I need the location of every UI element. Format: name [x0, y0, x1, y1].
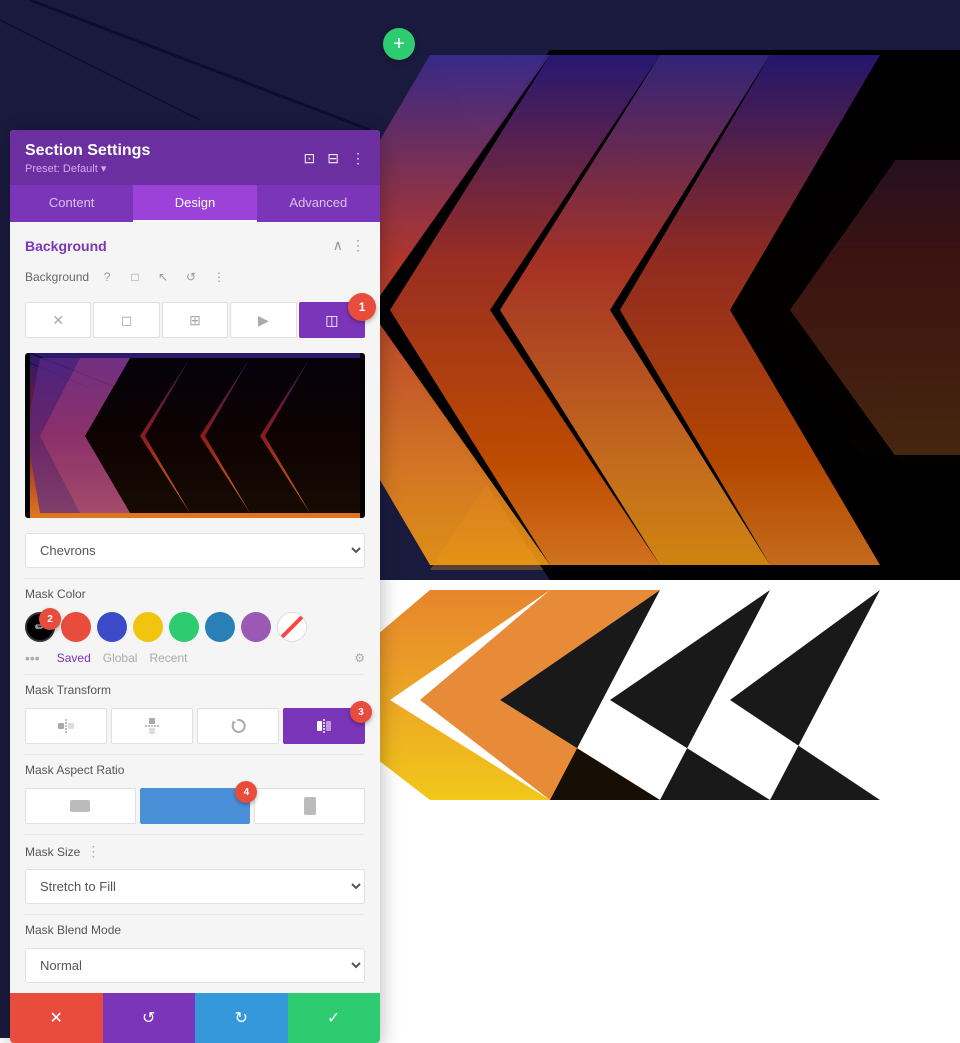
- color-dark-blue[interactable]: [97, 612, 127, 642]
- transform-row: 3: [10, 703, 380, 754]
- background-label: Background: [25, 270, 89, 284]
- device-icon[interactable]: □: [125, 267, 145, 287]
- chevron-select[interactable]: Chevrons Arrows Diamonds Circles: [25, 533, 365, 568]
- transform-reset[interactable]: [197, 708, 279, 744]
- preview-image: [25, 353, 365, 518]
- settings-panel: Section Settings Preset: Default ▾ ⊡ ⊟ ⋮…: [10, 130, 380, 1043]
- add-icon: +: [393, 33, 405, 56]
- color-red[interactable]: [61, 612, 91, 642]
- section-title: Background: [25, 238, 107, 254]
- section-more-icon[interactable]: ⋮: [351, 237, 365, 254]
- mask-blend-mode-label: Mask Blend Mode: [10, 915, 380, 943]
- tab-design[interactable]: Design: [133, 185, 256, 222]
- mask-size-label: Mask Size: [25, 845, 80, 859]
- color-purple[interactable]: [241, 612, 271, 642]
- color-eraser[interactable]: [277, 612, 307, 642]
- badge-3: 3: [350, 701, 372, 723]
- redo-button[interactable]: ↻: [195, 993, 288, 1043]
- color-settings-icon[interactable]: ⚙: [354, 651, 365, 665]
- aspect-row: 4: [10, 783, 380, 834]
- color-green[interactable]: [169, 612, 199, 642]
- redo-icon: ↻: [235, 1008, 248, 1028]
- panel-footer: ✕ ↺ ↻ ✓: [10, 993, 380, 1043]
- undo-small-icon[interactable]: ↺: [181, 267, 201, 287]
- type-mask-btn[interactable]: ◫ 1: [299, 302, 365, 338]
- preset-selector[interactable]: Preset: Default ▾: [25, 162, 150, 175]
- panel-title: Section Settings: [25, 142, 150, 160]
- cancel-icon: ✕: [50, 1008, 63, 1028]
- mask-aspect-ratio-label: Mask Aspect Ratio: [10, 755, 380, 783]
- save-button[interactable]: ✓: [288, 993, 381, 1043]
- aspect-tall[interactable]: [254, 788, 365, 824]
- panel-body: Background ∧ ⋮ Background ? □ ↖ ↺ ⋮ ✕ ◻ …: [10, 222, 380, 993]
- add-button[interactable]: +: [383, 28, 415, 60]
- background-row: Background ? □ ↖ ↺ ⋮: [10, 262, 380, 297]
- tab-global[interactable]: Global: [103, 651, 138, 665]
- aspect-square[interactable]: 4: [140, 788, 251, 824]
- color-tabs-row: ••• Saved Global Recent ⚙: [10, 647, 380, 674]
- mask-color-label: Mask Color: [10, 579, 380, 607]
- color-black[interactable]: ✏ 2: [25, 612, 55, 642]
- cancel-button[interactable]: ✕: [10, 993, 103, 1043]
- panel-header: Section Settings Preset: Default ▾ ⊡ ⊟ ⋮: [10, 130, 380, 185]
- panel-header-icons: ⊡ ⊟ ⋮: [304, 150, 365, 167]
- tab-saved[interactable]: Saved: [57, 651, 91, 665]
- mask-size-header: Mask Size ⋮: [10, 835, 380, 864]
- type-video-btn[interactable]: ▶: [230, 302, 296, 338]
- type-gradient-btn[interactable]: ⊞: [162, 302, 228, 338]
- collapse-icon[interactable]: ∧: [333, 237, 343, 254]
- layout-icon[interactable]: ⊟: [327, 150, 339, 167]
- panel-tabs: Content Design Advanced: [10, 185, 380, 222]
- color-blue[interactable]: [205, 612, 235, 642]
- more-icon[interactable]: ⋮: [351, 150, 365, 167]
- tab-content[interactable]: Content: [10, 185, 133, 222]
- badge-2: 2: [39, 608, 61, 630]
- undo-button[interactable]: ↺: [103, 993, 196, 1043]
- type-none-btn[interactable]: ✕: [25, 302, 91, 338]
- type-color-btn[interactable]: ◻: [93, 302, 159, 338]
- mask-size-options-icon[interactable]: ⋮: [86, 843, 100, 860]
- help-icon[interactable]: ?: [97, 267, 117, 287]
- transform-mirror[interactable]: 3: [283, 708, 365, 744]
- dots-icon[interactable]: •••: [25, 650, 40, 666]
- mask-size-select[interactable]: Stretch to Fill Fit Actual Size Custom: [25, 869, 365, 904]
- panel-title-group: Section Settings Preset: Default ▾: [25, 142, 150, 175]
- transform-flip-h[interactable]: [25, 708, 107, 744]
- tab-advanced[interactable]: Advanced: [257, 185, 380, 222]
- more-small-icon[interactable]: ⋮: [209, 267, 229, 287]
- type-selector: ✕ ◻ ⊞ ▶ ◫ 1: [10, 297, 380, 348]
- transform-flip-v[interactable]: [111, 708, 193, 744]
- cursor-icon[interactable]: ↖: [153, 267, 173, 287]
- save-icon: ✓: [327, 1008, 340, 1028]
- expand-icon[interactable]: ⊡: [304, 150, 316, 167]
- undo-icon: ↺: [142, 1008, 155, 1028]
- mask-transform-label: Mask Transform: [10, 675, 380, 703]
- aspect-wide[interactable]: [25, 788, 136, 824]
- badge-1: 1: [348, 293, 376, 321]
- section-controls: ∧ ⋮: [333, 237, 365, 254]
- section-header: Background ∧ ⋮: [10, 222, 380, 262]
- tab-recent[interactable]: Recent: [149, 651, 187, 665]
- color-yellow[interactable]: [133, 612, 163, 642]
- mask-blend-mode-select[interactable]: Normal Multiply Screen Overlay: [25, 948, 365, 983]
- color-swatches: ✏ 2: [10, 607, 380, 647]
